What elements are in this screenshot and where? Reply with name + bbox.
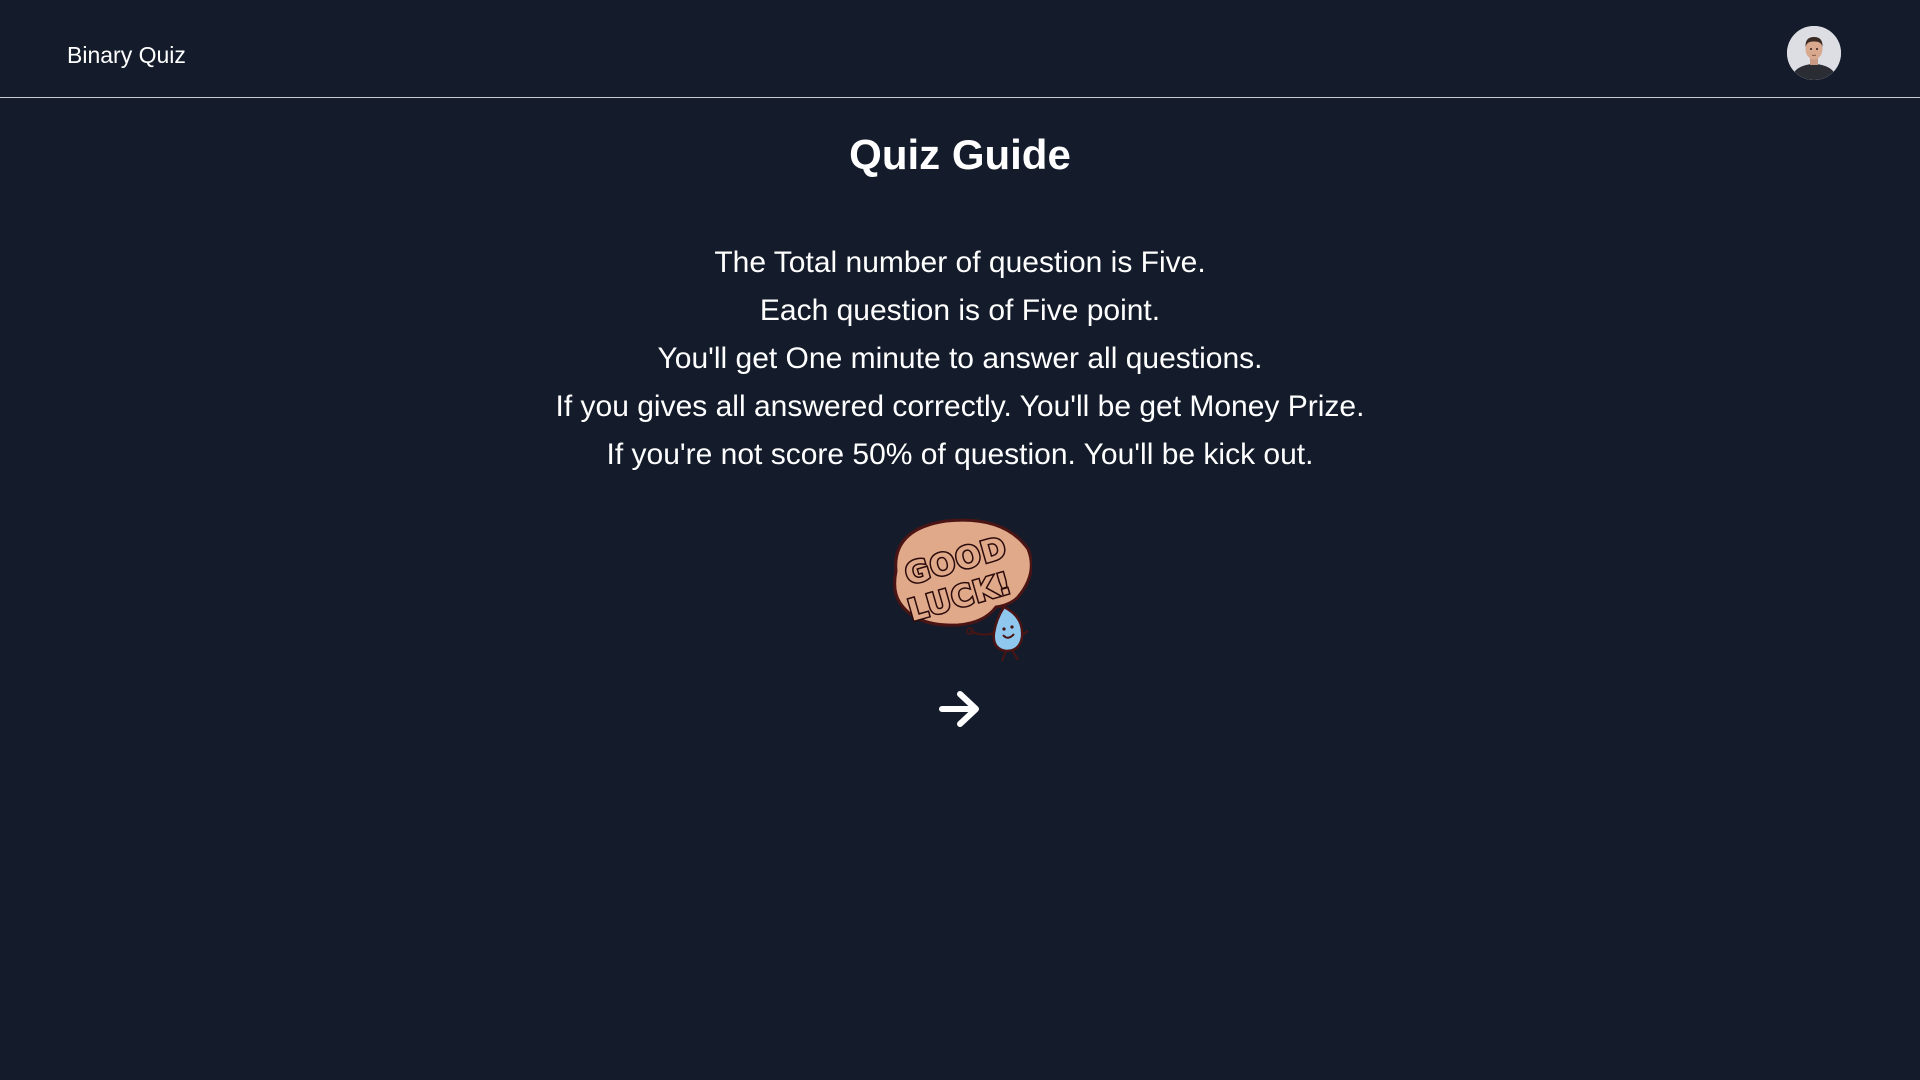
good-luck-sticker: GOOD LUCK! — [886, 511, 1033, 663]
avatar-image — [1787, 26, 1841, 80]
rule-item: The Total number of question is Five. — [714, 246, 1206, 279]
brand-link[interactable]: Binary Quiz — [67, 41, 186, 69]
navbar: Binary Quiz — [0, 0, 1920, 98]
rule-item: You'll get One minute to answer all ques… — [657, 342, 1263, 375]
rules-list: The Total number of question is Five. Ea… — [0, 239, 1920, 479]
user-avatar[interactable] — [1787, 26, 1841, 80]
rule-item: If you're not score 50% of question. You… — [606, 438, 1314, 471]
rule-item: Each question is of Five point. — [759, 294, 1161, 327]
page-title: Quiz Guide — [849, 131, 1071, 178]
rule-item: If you gives all answered correctly. You… — [555, 390, 1365, 423]
good-luck-illustration: GOOD LUCK! — [893, 518, 1033, 662]
arrow-right-icon — [939, 691, 979, 727]
next-button[interactable] — [935, 684, 985, 734]
